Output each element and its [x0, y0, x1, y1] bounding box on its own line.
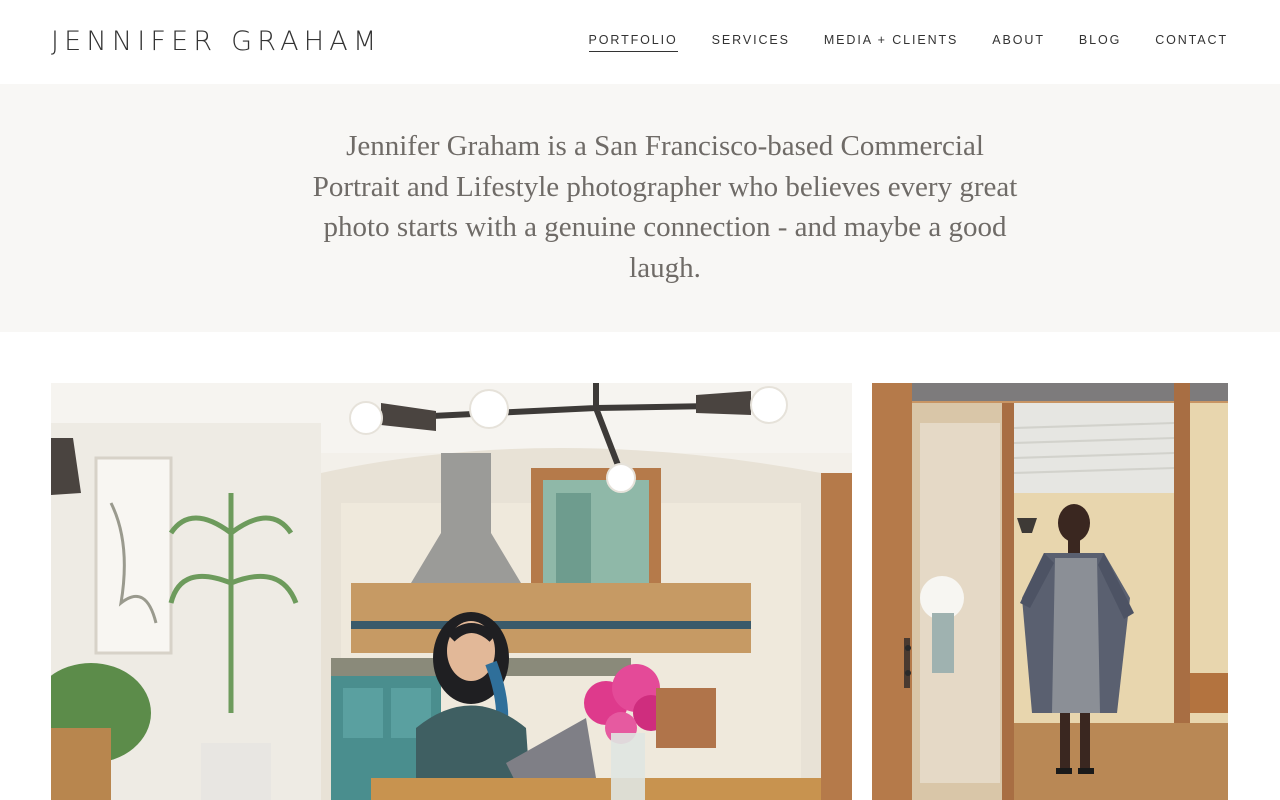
intro-text: Jennifer Graham is a San Francisco-based…	[312, 130, 1018, 284]
nav-contact[interactable]: CONTACT	[1155, 33, 1228, 51]
nav-services[interactable]: SERVICES	[712, 33, 790, 51]
portfolio-photo-kitchen[interactable]	[51, 383, 852, 800]
nav-blog[interactable]: BLOG	[1079, 33, 1121, 51]
nav-media-clients[interactable]: MEDIA + CLIENTS	[824, 33, 958, 51]
site-logo[interactable]: JENNIFER GRAHAM	[51, 26, 381, 58]
main-nav: PORTFOLIO SERVICES MEDIA + CLIENTS ABOUT…	[588, 33, 1228, 52]
nav-portfolio[interactable]: PORTFOLIO	[588, 33, 678, 52]
intro-section: Jennifer Graham is a San Francisco-based…	[0, 84, 1280, 332]
portfolio-gallery	[0, 383, 1280, 800]
kitchen-portrait-image	[51, 383, 852, 800]
site-header: JENNIFER GRAHAM PORTFOLIO SERVICES MEDIA…	[0, 0, 1280, 84]
nav-about[interactable]: ABOUT	[992, 33, 1045, 51]
doorway-portrait-image	[872, 383, 1228, 800]
portfolio-photo-doorway[interactable]	[872, 383, 1228, 800]
